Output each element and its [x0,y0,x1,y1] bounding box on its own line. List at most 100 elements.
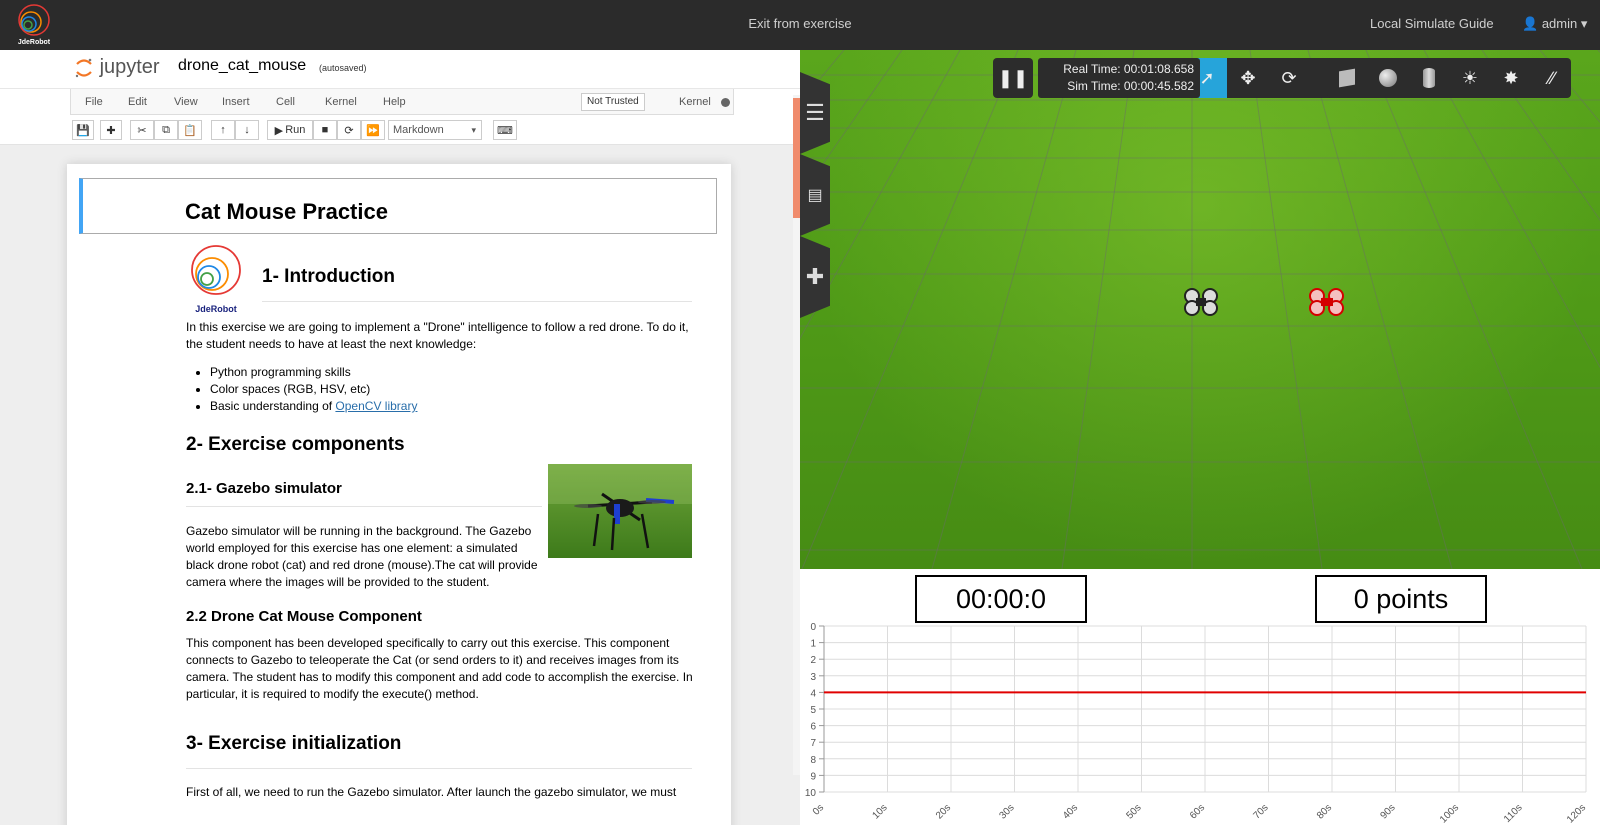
menu-cell[interactable]: Cell [276,96,295,108]
notebook-title[interactable]: drone_cat_mouse [178,57,306,75]
opencv-link[interactable]: OpenCV library [335,399,417,413]
keyboard-icon[interactable]: ⌨ [493,120,517,140]
x-tick-label: 90s [1378,802,1397,821]
x-tick-label: 120s [1565,802,1588,825]
jupyter-icon [75,58,92,77]
real-time-readout: Real Time: 00:01:08.658 [1063,62,1194,76]
drone-image [548,464,692,558]
menu-view[interactable]: View [174,96,198,108]
fast-forward-icon[interactable]: ⏩ [361,120,385,140]
top-navbar: JdeRobot Exit from exercise Local Simula… [0,0,1600,50]
cell-type-select[interactable]: Markdown ▾ [388,120,482,140]
user-menu[interactable]: 👤 admin ▾ [1522,16,1587,32]
component-heading: 2.2 Drone Cat Mouse Component [186,608,422,625]
x-tick-label: 0s [811,802,826,817]
stop-icon[interactable]: ■ [313,120,337,140]
title-cell[interactable]: Cat Mouse Practice [79,178,717,234]
sim-time-readout: Sim Time: 00:00:45.582 [1067,79,1194,93]
doc-logo-label: JdeRobot [195,304,237,314]
menu-edit[interactable]: Edit [128,96,147,108]
y-tick-label: 7 [810,738,816,749]
move-down-icon[interactable]: ↓ [235,120,259,140]
local-simulate-guide-link[interactable]: Local Simulate Guide [1370,16,1494,31]
jderobot-doc-logo: JdeRobot [188,244,244,318]
jupyter-logo[interactable]: jupyter [74,56,160,79]
init-heading: 3- Exercise initialization [186,733,402,754]
notebook-menubar: File Edit View Insert Cell Kernel Help N… [0,88,800,115]
distance-chart: 0123456789100s 10s 20s 30s 40s 50s 60s 70s 80s 90… [805,622,1588,825]
autosave-status: (autosaved) [319,63,367,73]
point-light-icon[interactable]: ☀ [1450,58,1490,98]
sphere-shape-icon[interactable] [1368,58,1408,98]
markdown-content: JdeRobot 1- Introduction In this exercis… [186,244,706,825]
cut-icon[interactable]: ✂ [130,120,154,140]
tree-icon[interactable]: ▤ [800,154,830,236]
restart-icon[interactable]: ⟳ [337,120,361,140]
save-icon[interactable]: 💾 [72,120,94,140]
menu-icon[interactable]: ☰ [800,72,830,154]
requirements-list: Python programming skills Color spaces (… [186,364,706,415]
gazebo-heading: 2.1- Gazebo simulator [186,480,342,497]
jderobot-logo[interactable]: JdeRobot [14,3,54,47]
select-caret-icon: ▾ [471,125,476,135]
notebook-panel: jupyter drone_cat_mouse (autosaved) File… [0,50,800,825]
drone-picture-icon [548,464,692,551]
menu-insert[interactable]: Insert [222,96,250,108]
x-tick-label: 100s [1438,802,1461,825]
copy-icon[interactable]: ⧉ [154,120,178,140]
heading-divider [186,506,542,507]
logo-text: JdeRobot [17,39,51,46]
score-panel: 00:00:0 0 points 0 1 2 3 4 5 6 7 8 9 10 0s 10s 20s 30s… [800,569,1600,825]
x-tick-label: 70s [1251,802,1270,821]
jderobot-logo-icon [18,4,50,36]
directional-light-icon[interactable]: ∕∕ [1532,58,1572,98]
y-tick-label: 9 [810,771,816,782]
insert-toolbar: ☀ ✸ ∕∕ [1327,58,1571,98]
run-button[interactable]: ▶ Run [267,120,313,140]
heading-divider [262,301,692,302]
cylinder-shape-icon[interactable] [1409,58,1449,98]
sim-time-panel: Real Time: 00:01:08.658 Sim Time: 00:00:… [1038,58,1200,98]
rotate-mode-icon[interactable]: ⟳ [1269,58,1309,98]
user-icon: 👤 [1522,16,1539,31]
menu-kernel[interactable]: Kernel [325,96,357,108]
menu-help[interactable]: Help [383,96,406,108]
spot-light-icon[interactable]: ✸ [1491,58,1531,98]
move-up-icon[interactable]: ↑ [211,120,235,140]
insert-icon[interactable]: ✚ [800,236,830,318]
x-tick-label: 60s [1188,802,1207,821]
scrollbar-thumb[interactable] [793,98,800,218]
intro-heading: 1- Introduction [262,266,395,287]
list-item: Basic understanding of OpenCV library [210,398,706,415]
x-tick-label: 40s [1061,802,1080,821]
notebook-toolbar: 💾 ✚ ✂ ⧉ 📋 ↑ ↓ ▶ Run ■ ⟳ ⏩ Markdown ▾ ⌨ [0,115,800,145]
box-shape-icon[interactable] [1327,58,1367,98]
list-item: Python programming skills [210,364,706,381]
x-tick-label: 110s [1502,802,1525,825]
user-name: admin [1541,16,1578,31]
paste-icon[interactable]: 📋 [178,120,202,140]
y-tick-label: 8 [810,755,816,766]
caret-down-icon: ▾ [1580,16,1588,31]
jupyter-header: jupyter drone_cat_mouse (autosaved) [0,50,800,88]
translate-mode-icon[interactable]: ✥ [1228,58,1268,98]
cell-type-value: Markdown [393,124,444,136]
x-tick-label: 80s [1315,802,1334,821]
manipulation-toolbar: ➚ ✥ ⟳ [1187,58,1350,98]
pause-icon[interactable]: ❚❚ [993,58,1033,98]
notebook-page: Cat Mouse Practice JdeRobot 1- Introduct… [67,164,731,825]
red-drone-icon [1309,288,1344,316]
not-trusted-button[interactable]: Not Trusted [581,93,645,111]
y-tick-label: 3 [810,672,816,683]
y-tick-label: 4 [810,688,816,699]
gazebo-viewport[interactable]: ☰ ▤ ✚ ❚❚ ➚ ✥ ⟳ ☀ ✸ ∕∕ [800,50,1600,569]
menu-file[interactable]: File [85,96,103,108]
run-icon: ▶ [274,124,286,137]
exit-exercise-link[interactable]: Exit from exercise [700,16,900,31]
component-paragraph: This component has been developed specif… [186,636,693,701]
menu-container: File Edit View Insert Cell Kernel Help N… [70,89,734,115]
jderobot-doc-logo-icon [191,245,241,295]
gazebo-paragraph: Gazebo simulator will be running in the … [186,524,538,589]
insert-cell-icon[interactable]: ✚ [100,120,122,140]
x-tick-label: 50s [1124,802,1143,821]
